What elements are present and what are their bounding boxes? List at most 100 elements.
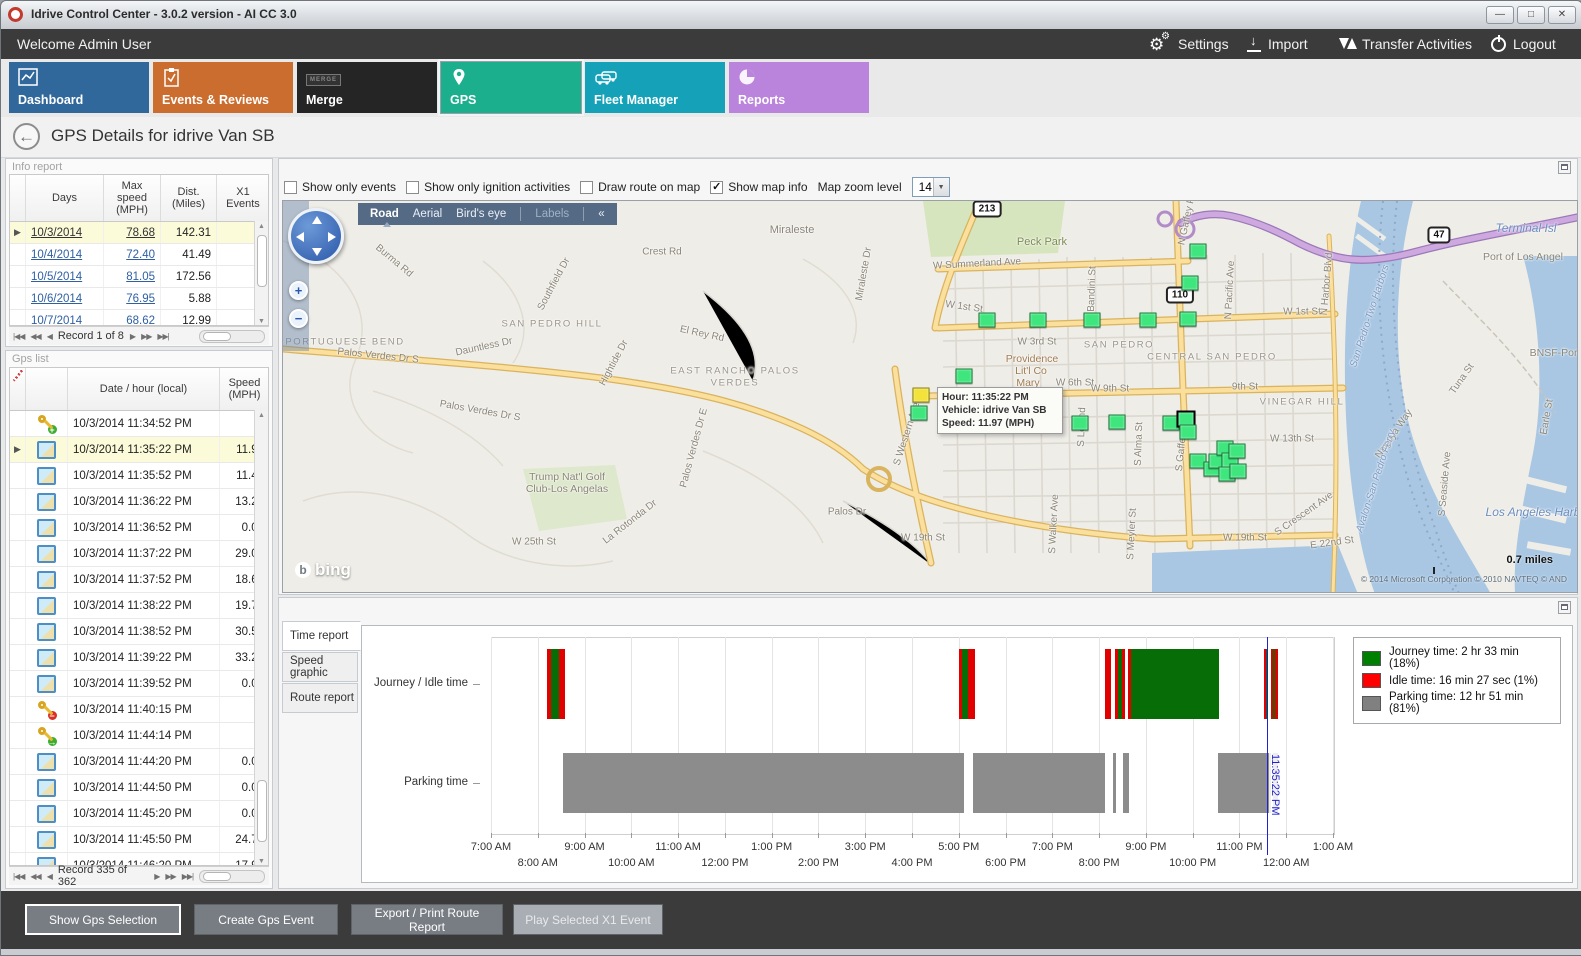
settings-button[interactable]: ⚙⚙ Settings [1149, 29, 1229, 59]
map-view-road[interactable]: Road [370, 208, 399, 220]
tab-time-report[interactable]: Time report [282, 621, 361, 651]
map-marker[interactable] [979, 313, 996, 328]
tab-events-reviews[interactable]: Events & Reviews [153, 62, 293, 113]
play-selected-x1-event-button[interactable]: Play Selected X1 Event [513, 904, 663, 935]
map-marker[interactable] [1030, 313, 1047, 328]
tab-dashboard[interactable]: Dashboard [9, 62, 149, 113]
day-link[interactable]: 10/6/2014 [31, 293, 82, 305]
gps-list-row[interactable]: 10/3/2014 11:44:20 PM0.00 [10, 749, 268, 775]
x-axis-tick-label: 2:00 PM [783, 857, 853, 869]
x-axis-tick-label: 11:00 AM [643, 841, 713, 853]
minimize-button[interactable]: — [1486, 6, 1514, 24]
gps-list-row[interactable]: ▶10/3/2014 11:35:22 PM11.97 [10, 437, 268, 463]
gps-list-row[interactable]: 10/3/2014 11:37:22 PM29.05 [10, 541, 268, 567]
tab-fleet-manager[interactable]: Fleet Manager [585, 62, 725, 113]
map-marker[interactable] [1182, 276, 1199, 291]
tab-reports[interactable]: Reports [729, 62, 869, 113]
gps-list-row[interactable]: 10/3/2014 11:35:52 PM11.47 [10, 463, 268, 489]
map-label: Club-Los Angelas [526, 483, 608, 495]
pie-chart-icon [738, 68, 760, 88]
map-panel-collapse-button[interactable] [1558, 161, 1571, 174]
map-marker[interactable] [1190, 244, 1207, 259]
day-link[interactable]: 10/3/2014 [31, 227, 82, 239]
timeline-bar [1122, 649, 1125, 719]
map-marker[interactable] [1180, 312, 1197, 327]
map-marker[interactable] [956, 369, 973, 384]
map-toolbar-collapse[interactable]: « [598, 208, 604, 220]
info-vertical-scrollbar[interactable]: ▲▼ [254, 221, 268, 326]
info-report-row[interactable]: 10/4/201472.4041.49 [10, 244, 268, 266]
gps-list-row[interactable]: 10/3/2014 11:39:52 PM0.00 [10, 671, 268, 697]
map-zoom-level-select[interactable]: 14▼ [912, 177, 950, 197]
map-marker[interactable] [1084, 313, 1101, 328]
checkbox-checked-icon[interactable]: ✓ [710, 181, 723, 194]
close-button[interactable]: ✕ [1548, 6, 1576, 24]
tab-merge[interactable]: MERGE Merge [297, 62, 437, 113]
checkbox-show-map-info[interactable]: ✓Show map info [710, 180, 807, 194]
gps-list-row[interactable]: 10/3/2014 11:38:22 PM19.70 [10, 593, 268, 619]
checkbox-icon[interactable] [284, 181, 297, 194]
map-view-birdseye[interactable]: Bird's eye [456, 208, 506, 220]
checkbox-show-only-events[interactable]: Show only events [284, 180, 396, 194]
gps-list-row[interactable]: 10/3/2014 11:37:52 PM18.63 [10, 567, 268, 593]
map-view-aerial[interactable]: Aerial [413, 208, 442, 220]
day-link[interactable]: 10/5/2014 [31, 271, 82, 283]
gps-list-row[interactable]: −10/3/2014 11:40:15 PM [10, 697, 268, 723]
info-report-row[interactable]: 10/7/201468.6212.99 [10, 310, 268, 326]
gps-list-row[interactable]: 10/3/2014 11:45:20 PM0.00 [10, 801, 268, 827]
import-button[interactable]: ↓ Import [1247, 29, 1308, 59]
map-zoom-in-button[interactable]: + [289, 281, 308, 300]
info-report-row[interactable]: 10/6/201476.955.88 [10, 288, 268, 310]
gps-list-row[interactable]: 10/3/2014 11:36:22 PM13.28 [10, 489, 268, 515]
day-link[interactable]: 10/7/2014 [31, 315, 82, 327]
gps-list-row[interactable]: 10/3/2014 11:36:52 PM0.00 [10, 515, 268, 541]
info-horizontal-scrollbar[interactable] [199, 330, 265, 343]
day-link[interactable]: 10/4/2014 [31, 249, 82, 261]
gps-list-row[interactable]: 10/3/2014 11:38:52 PM30.55 [10, 619, 268, 645]
gps-horizontal-scrollbar[interactable] [199, 870, 265, 883]
checkbox-icon[interactable] [406, 181, 419, 194]
map-marker[interactable] [1229, 444, 1246, 459]
checkbox-show-only-ignition[interactable]: Show only ignition activities [406, 180, 570, 194]
map-label: W 19th St [1223, 533, 1267, 544]
chart-panel-collapse-button[interactable] [1558, 601, 1571, 614]
info-report-row[interactable]: 10/5/201481.05172.56 [10, 266, 268, 288]
tab-speed-graphic[interactable]: Speed graphic [282, 652, 358, 682]
logout-button[interactable]: Logout [1491, 29, 1556, 59]
info-report-row[interactable]: ▶10/3/201478.68142.31 [10, 222, 268, 244]
title-bar[interactable]: Idrive Control Center - 3.0.2 version - … [1, 1, 1581, 30]
gps-list-row[interactable]: +10/3/2014 11:34:52 PM [10, 411, 268, 437]
map-marker[interactable] [913, 388, 930, 403]
map-zoom-out-button[interactable]: − [289, 309, 308, 328]
gps-list-row[interactable]: 10/3/2014 11:39:22 PM33.21 [10, 645, 268, 671]
max-speed-link[interactable]: 81.05 [126, 271, 155, 283]
gps-vertical-scrollbar[interactable]: ▲▼ [254, 410, 268, 866]
max-speed-link[interactable]: 72.40 [126, 249, 155, 261]
max-speed-link[interactable]: 76.95 [126, 293, 155, 305]
map-marker[interactable] [1180, 425, 1197, 440]
tab-route-report[interactable]: Route report [282, 683, 358, 713]
maximize-button[interactable]: □ [1517, 6, 1545, 24]
transfer-activities-button[interactable]: Transfer Activities [1339, 29, 1472, 59]
max-speed-link[interactable]: 68.62 [126, 315, 155, 327]
page-header: ← GPS Details for idrive Van SB [1, 117, 1581, 158]
max-speed-link[interactable]: 78.68 [126, 227, 155, 239]
checkbox-icon[interactable] [580, 181, 593, 194]
export-print-route-report-button[interactable]: Export / Print Route Report [351, 904, 503, 935]
map-marker[interactable] [1072, 416, 1089, 431]
gps-list-row[interactable]: →10/3/2014 11:44:14 PM [10, 723, 268, 749]
map-marker[interactable] [1109, 415, 1126, 430]
map-compass-control[interactable] [288, 208, 344, 264]
create-gps-event-button[interactable]: Create Gps Event [194, 904, 338, 935]
show-gps-selection-button[interactable]: Show Gps Selection [25, 904, 181, 935]
map-marker[interactable] [1140, 313, 1157, 328]
map-canvas[interactable]: MiralestePeck ParkW Summerland AveCrest … [282, 200, 1578, 593]
tab-gps[interactable]: GPS [441, 62, 581, 113]
gps-list-row[interactable]: 10/3/2014 11:44:50 PM0.00 [10, 775, 268, 801]
map-marker[interactable] [1230, 464, 1247, 479]
gps-list-row[interactable]: 10/3/2014 11:45:50 PM24.75 [10, 827, 268, 853]
map-marker[interactable] [911, 406, 928, 421]
back-button[interactable]: ← [13, 123, 40, 150]
checkbox-draw-route[interactable]: Draw route on map [580, 180, 700, 194]
map-view-labels[interactable]: Labels [535, 208, 569, 220]
